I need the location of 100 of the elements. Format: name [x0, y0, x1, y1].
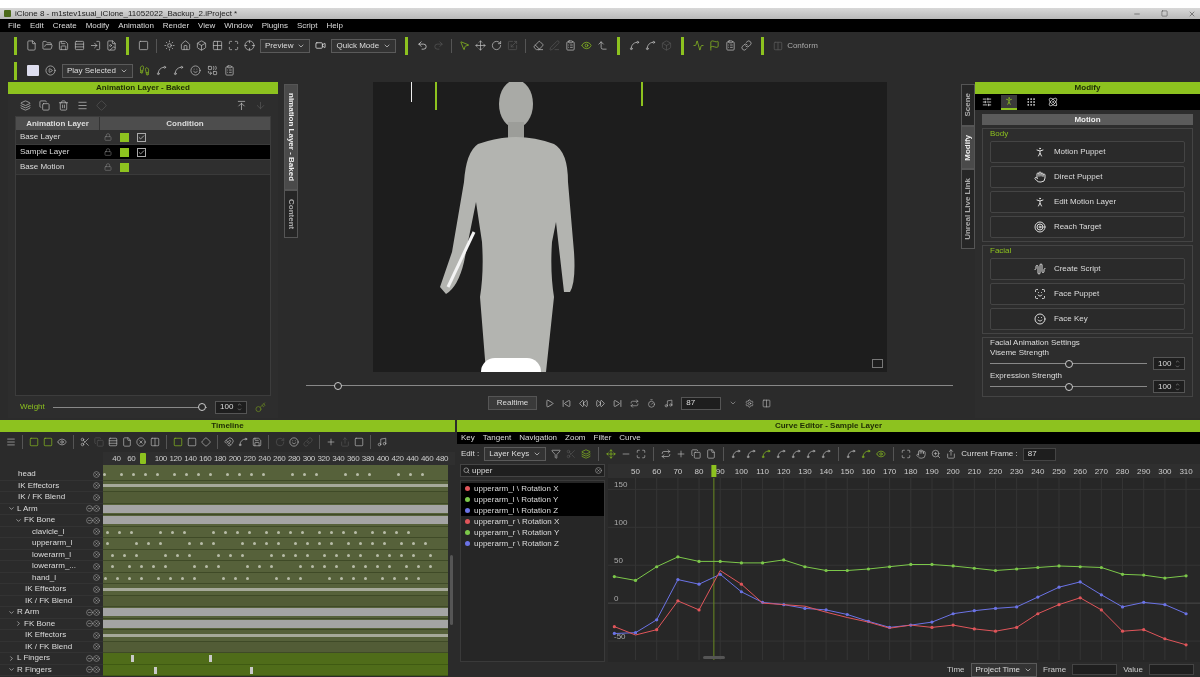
- ruler-label: 40: [111, 454, 122, 463]
- menu-item[interactable]: View: [198, 21, 216, 30]
- time-mode-dropdown[interactable]: Project Time: [970, 662, 1037, 677]
- menu-item[interactable]: Animation: [118, 21, 154, 30]
- menu-item[interactable]: Help: [326, 21, 343, 30]
- menu-item[interactable]: Plugins: [261, 21, 288, 30]
- ruler-label: 240: [257, 454, 272, 463]
- ruler-label: 180: [212, 454, 228, 463]
- layer-name: Sample Layer: [19, 148, 71, 156]
- axis-tick-label: 260: [1073, 467, 1087, 476]
- weight-field[interactable]: 100: [215, 400, 247, 414]
- layer-row[interactable]: Sample Layer: [16, 145, 270, 160]
- speed-button[interactable]: Realtime: [487, 396, 538, 410]
- axis-tick-label: 140: [819, 467, 833, 476]
- axis-tick-label: 100: [614, 518, 628, 528]
- panel-title: Curve Editor - Sample Layer: [457, 420, 1200, 432]
- frame-field[interactable]: 87: [681, 396, 722, 410]
- track-label: IK Effectors: [25, 585, 67, 594]
- menu-item[interactable]: Edit: [29, 21, 44, 30]
- axis-tick-label: 50: [631, 467, 640, 476]
- axis-tick-label: 150: [614, 480, 628, 490]
- value-label: Value: [1123, 665, 1143, 674]
- ruler-label: 200: [227, 454, 242, 463]
- curve-list-item[interactable]: upperarm_l \ Rotation X: [461, 483, 604, 494]
- menu-item[interactable]: Key: [461, 434, 475, 442]
- curve-list-item[interactable]: upperarm_l \ Rotation Y: [461, 494, 604, 505]
- menu-item[interactable]: Create: [52, 21, 77, 30]
- tool-button[interactable]: Face Puppet: [990, 283, 1185, 305]
- layer-row[interactable]: Base Layer: [16, 130, 270, 145]
- ruler-label: 160: [198, 454, 213, 463]
- section-header[interactable]: Motion: [982, 114, 1193, 125]
- menu-item[interactable]: Curve: [619, 434, 641, 442]
- track-label: IK / FK Blend: [25, 642, 73, 651]
- tool-button[interactable]: Reach Target: [990, 216, 1185, 238]
- layer-name: Base Layer: [19, 133, 62, 141]
- track-label: R Fingers: [17, 665, 52, 674]
- menu-item[interactable]: Filter: [593, 434, 612, 442]
- tool-button[interactable]: Create Script: [990, 258, 1185, 280]
- ruler-label: 320: [316, 454, 331, 463]
- time-label: Time: [947, 665, 965, 674]
- side-tab[interactable]: Content: [284, 190, 298, 239]
- group-title: Facial: [990, 246, 1013, 255]
- axis-tick-label: -50: [614, 632, 626, 642]
- ruler-label: 100: [153, 454, 168, 463]
- tool-button[interactable]: Edit Motion Layer: [990, 191, 1185, 213]
- track-label: clavicle_l: [32, 527, 65, 536]
- side-tab[interactable]: nimation Layer - Baked: [284, 84, 298, 191]
- track-label: IK Effectors: [25, 631, 67, 640]
- menu-item[interactable]: Window: [224, 21, 253, 30]
- search-field[interactable]: upper: [460, 464, 605, 477]
- mode-dropdown[interactable]: Quick Mode: [331, 38, 397, 53]
- axis-tick-label: 190: [925, 467, 939, 476]
- axis-tick-label: 210: [967, 467, 981, 476]
- preview-dropdown[interactable]: Preview: [260, 38, 311, 53]
- curve-list-item[interactable]: upperarm_r \ Rotation X: [461, 516, 604, 527]
- current-frame-label: Current Frame :: [961, 450, 1018, 458]
- menu-item[interactable]: Navigation: [519, 434, 558, 442]
- play-mode-dropdown[interactable]: Play Selected: [62, 63, 133, 78]
- axis-tick-label: 60: [652, 467, 662, 476]
- menu-item[interactable]: Script: [297, 21, 318, 30]
- ruler-label: 280: [286, 454, 302, 463]
- curve-name: upperarm_r \ Rotation X: [474, 517, 560, 526]
- axis-tick-label: 230: [1010, 467, 1024, 476]
- layer-row[interactable]: Base Motion: [16, 160, 270, 175]
- axis-tick-label: 130: [798, 467, 812, 476]
- time-ruler[interactable]: 40 60 100 120 140 160 180 200 220 240 260 280 300 320 340 360 380 400 420 440 460 480: [103, 452, 455, 465]
- conform-button[interactable]: Conform: [773, 40, 818, 51]
- curve-list-item[interactable]: upperarm_l \ Rotation Z: [461, 505, 604, 516]
- column-header: Condition: [165, 117, 205, 130]
- curve-name: upperarm_l \ Rotation Z: [474, 506, 559, 515]
- track-label: upperarm_l: [32, 539, 73, 548]
- edit-mode-dropdown[interactable]: Layer Keys: [484, 447, 547, 461]
- curve-list-item[interactable]: upperarm_r \ Rotation Y: [461, 527, 604, 538]
- side-tab[interactable]: Modify: [961, 125, 975, 170]
- menu-item[interactable]: Tangent: [482, 434, 512, 442]
- axis-tick-label: 160: [861, 467, 876, 476]
- menu-item[interactable]: Zoom: [565, 434, 586, 442]
- axis-tick-label: 290: [1137, 467, 1151, 476]
- side-tab[interactable]: Scene: [961, 84, 975, 126]
- tool-button[interactable]: Direct Puppet: [990, 166, 1185, 188]
- menu-item[interactable]: Render: [162, 21, 190, 30]
- curve-chart[interactable]: 50 60 70 80 90 100 110 120 130 140 150 160 170 180 190 200 210 220 230 240 250 260 270 280 290 300 310 -50 0 50 100 150: [608, 464, 1200, 662]
- tool-button[interactable]: Motion Puppet: [990, 141, 1185, 163]
- menu-item[interactable]: File: [8, 21, 21, 30]
- axis-tick-label: 170: [882, 467, 897, 476]
- current-frame-field[interactable]: 87: [1022, 447, 1056, 461]
- strength-field[interactable]: 100: [1153, 357, 1185, 370]
- curve-name: upperarm_l \ Rotation X: [474, 484, 559, 493]
- side-tab[interactable]: Unreal Live Link: [961, 169, 975, 250]
- group-title: Body: [990, 129, 1010, 138]
- axis-tick-label: 200: [946, 467, 960, 476]
- weight-label: Weight: [20, 403, 45, 411]
- track-label: L Fingers: [17, 654, 51, 663]
- menu-item[interactable]: Modify: [85, 21, 110, 30]
- ruler-label: 360: [346, 454, 361, 463]
- ruler-label: 380: [360, 454, 375, 463]
- ruler-label: 400: [375, 454, 390, 463]
- strength-field[interactable]: 100: [1153, 380, 1185, 393]
- curve-list-item[interactable]: upperarm_r \ Rotation Z: [461, 538, 604, 549]
- tool-button[interactable]: Face Key: [990, 308, 1185, 330]
